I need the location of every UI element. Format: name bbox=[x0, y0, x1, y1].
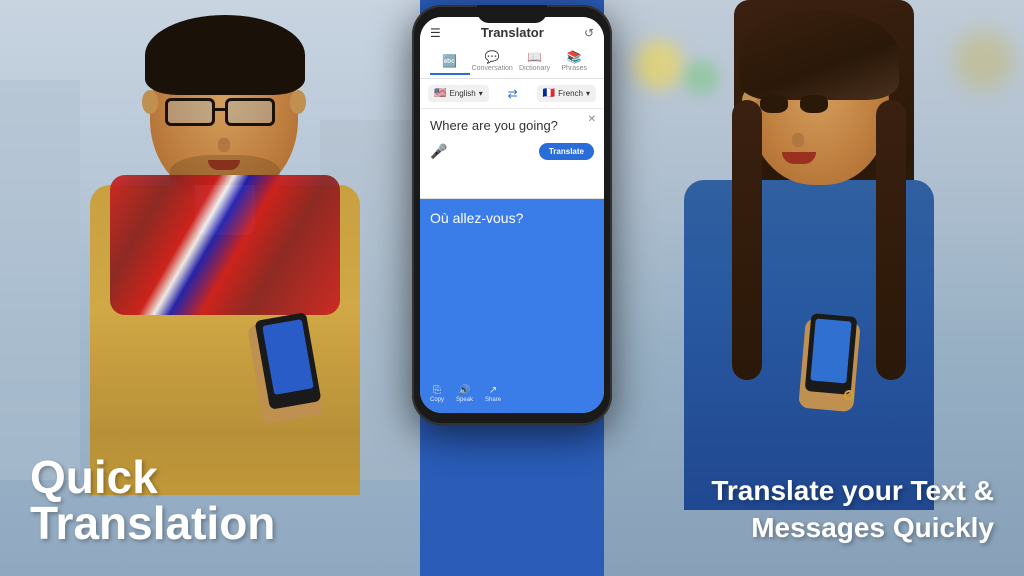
translate-button[interactable]: Translate bbox=[539, 143, 594, 160]
output-controls: ⎘ Copy 🔊 Speak ↗ Share bbox=[430, 385, 594, 403]
input-controls: 🎤 Translate bbox=[430, 143, 594, 160]
output-text: Où allez-vous? bbox=[430, 209, 594, 229]
input-text[interactable]: Where are you going? bbox=[430, 117, 594, 135]
app-tabs: 🔤 💬 Conversation 📖 Dictionary 📚 Phrases bbox=[430, 46, 594, 78]
tab-dictionary[interactable]: 📖 Dictionary bbox=[515, 46, 555, 78]
tab-conversation[interactable]: 💬 Conversation bbox=[470, 46, 515, 78]
copy-icon: ⎘ bbox=[433, 385, 441, 396]
dictionary-tab-icon: 📖 bbox=[527, 50, 542, 64]
speak-control[interactable]: 🔊 Speak bbox=[456, 385, 473, 403]
swap-languages-icon[interactable]: ⇄ bbox=[508, 87, 518, 101]
phrases-tab-icon: 📚 bbox=[567, 50, 582, 64]
translate-tab-icon: 🔤 bbox=[442, 54, 457, 68]
source-language-label: English bbox=[449, 89, 475, 98]
app-title: Translator bbox=[481, 25, 544, 40]
microphone-icon[interactable]: 🎤 bbox=[430, 143, 447, 160]
target-dropdown-icon: ▾ bbox=[586, 89, 590, 98]
tab-phrases[interactable]: 📚 Phrases bbox=[554, 46, 594, 78]
phone-frame: ☰ Translator ↺ 🔤 💬 Conversation 📖 bbox=[412, 5, 612, 425]
share-label: Share bbox=[485, 397, 501, 403]
tagline-left-heading: Quick Translation bbox=[30, 454, 275, 546]
phone-mockup: ☰ Translator ↺ 🔤 💬 Conversation 📖 bbox=[412, 5, 612, 425]
conversation-tab-icon: 💬 bbox=[485, 50, 500, 64]
target-flag: 🇫🇷 bbox=[543, 88, 555, 99]
target-language-label: French bbox=[558, 89, 583, 98]
share-control[interactable]: ↗ Share bbox=[485, 385, 501, 403]
tagline-left: Quick Translation bbox=[30, 454, 275, 546]
copy-label: Copy bbox=[430, 397, 444, 403]
menu-icon[interactable]: ☰ bbox=[430, 26, 441, 40]
tagline-right: Translate your Text &Messages Quickly bbox=[711, 473, 994, 546]
input-section: ✕ Where are you going? 🎤 Translate bbox=[420, 109, 604, 199]
tagline-right-heading: Translate your Text &Messages Quickly bbox=[711, 473, 994, 546]
output-section: Où allez-vous? ⎘ Copy 🔊 Speak ↗ Share bbox=[420, 199, 604, 413]
target-language-button[interactable]: 🇫🇷 French ▾ bbox=[537, 85, 596, 102]
copy-control[interactable]: ⎘ Copy bbox=[430, 385, 444, 403]
phone-notch bbox=[477, 5, 547, 23]
speak-icon: 🔊 bbox=[458, 385, 470, 396]
tab-translate[interactable]: 🔤 bbox=[430, 50, 470, 75]
clear-input-button[interactable]: ✕ bbox=[588, 114, 596, 125]
phone-screen: ☰ Translator ↺ 🔤 💬 Conversation 📖 bbox=[420, 17, 604, 413]
dictionary-tab-label: Dictionary bbox=[519, 65, 550, 72]
source-dropdown-icon: ▾ bbox=[479, 89, 483, 98]
app-header: ☰ Translator ↺ 🔤 💬 Conversation 📖 bbox=[420, 17, 604, 79]
source-language-button[interactable]: 🇺🇸 English ▾ bbox=[428, 85, 489, 102]
speak-label: Speak bbox=[456, 397, 473, 403]
conversation-tab-label: Conversation bbox=[472, 65, 513, 72]
app-title-row: ☰ Translator ↺ bbox=[430, 25, 594, 40]
source-flag: 🇺🇸 bbox=[434, 88, 446, 99]
translation-area: ✕ Where are you going? 🎤 Translate Où al… bbox=[420, 109, 604, 413]
history-icon[interactable]: ↺ bbox=[584, 26, 594, 40]
share-icon: ↗ bbox=[489, 385, 497, 396]
phrases-tab-label: Phrases bbox=[561, 65, 587, 72]
language-selector-row: 🇺🇸 English ▾ ⇄ 🇫🇷 French ▾ bbox=[420, 79, 604, 109]
